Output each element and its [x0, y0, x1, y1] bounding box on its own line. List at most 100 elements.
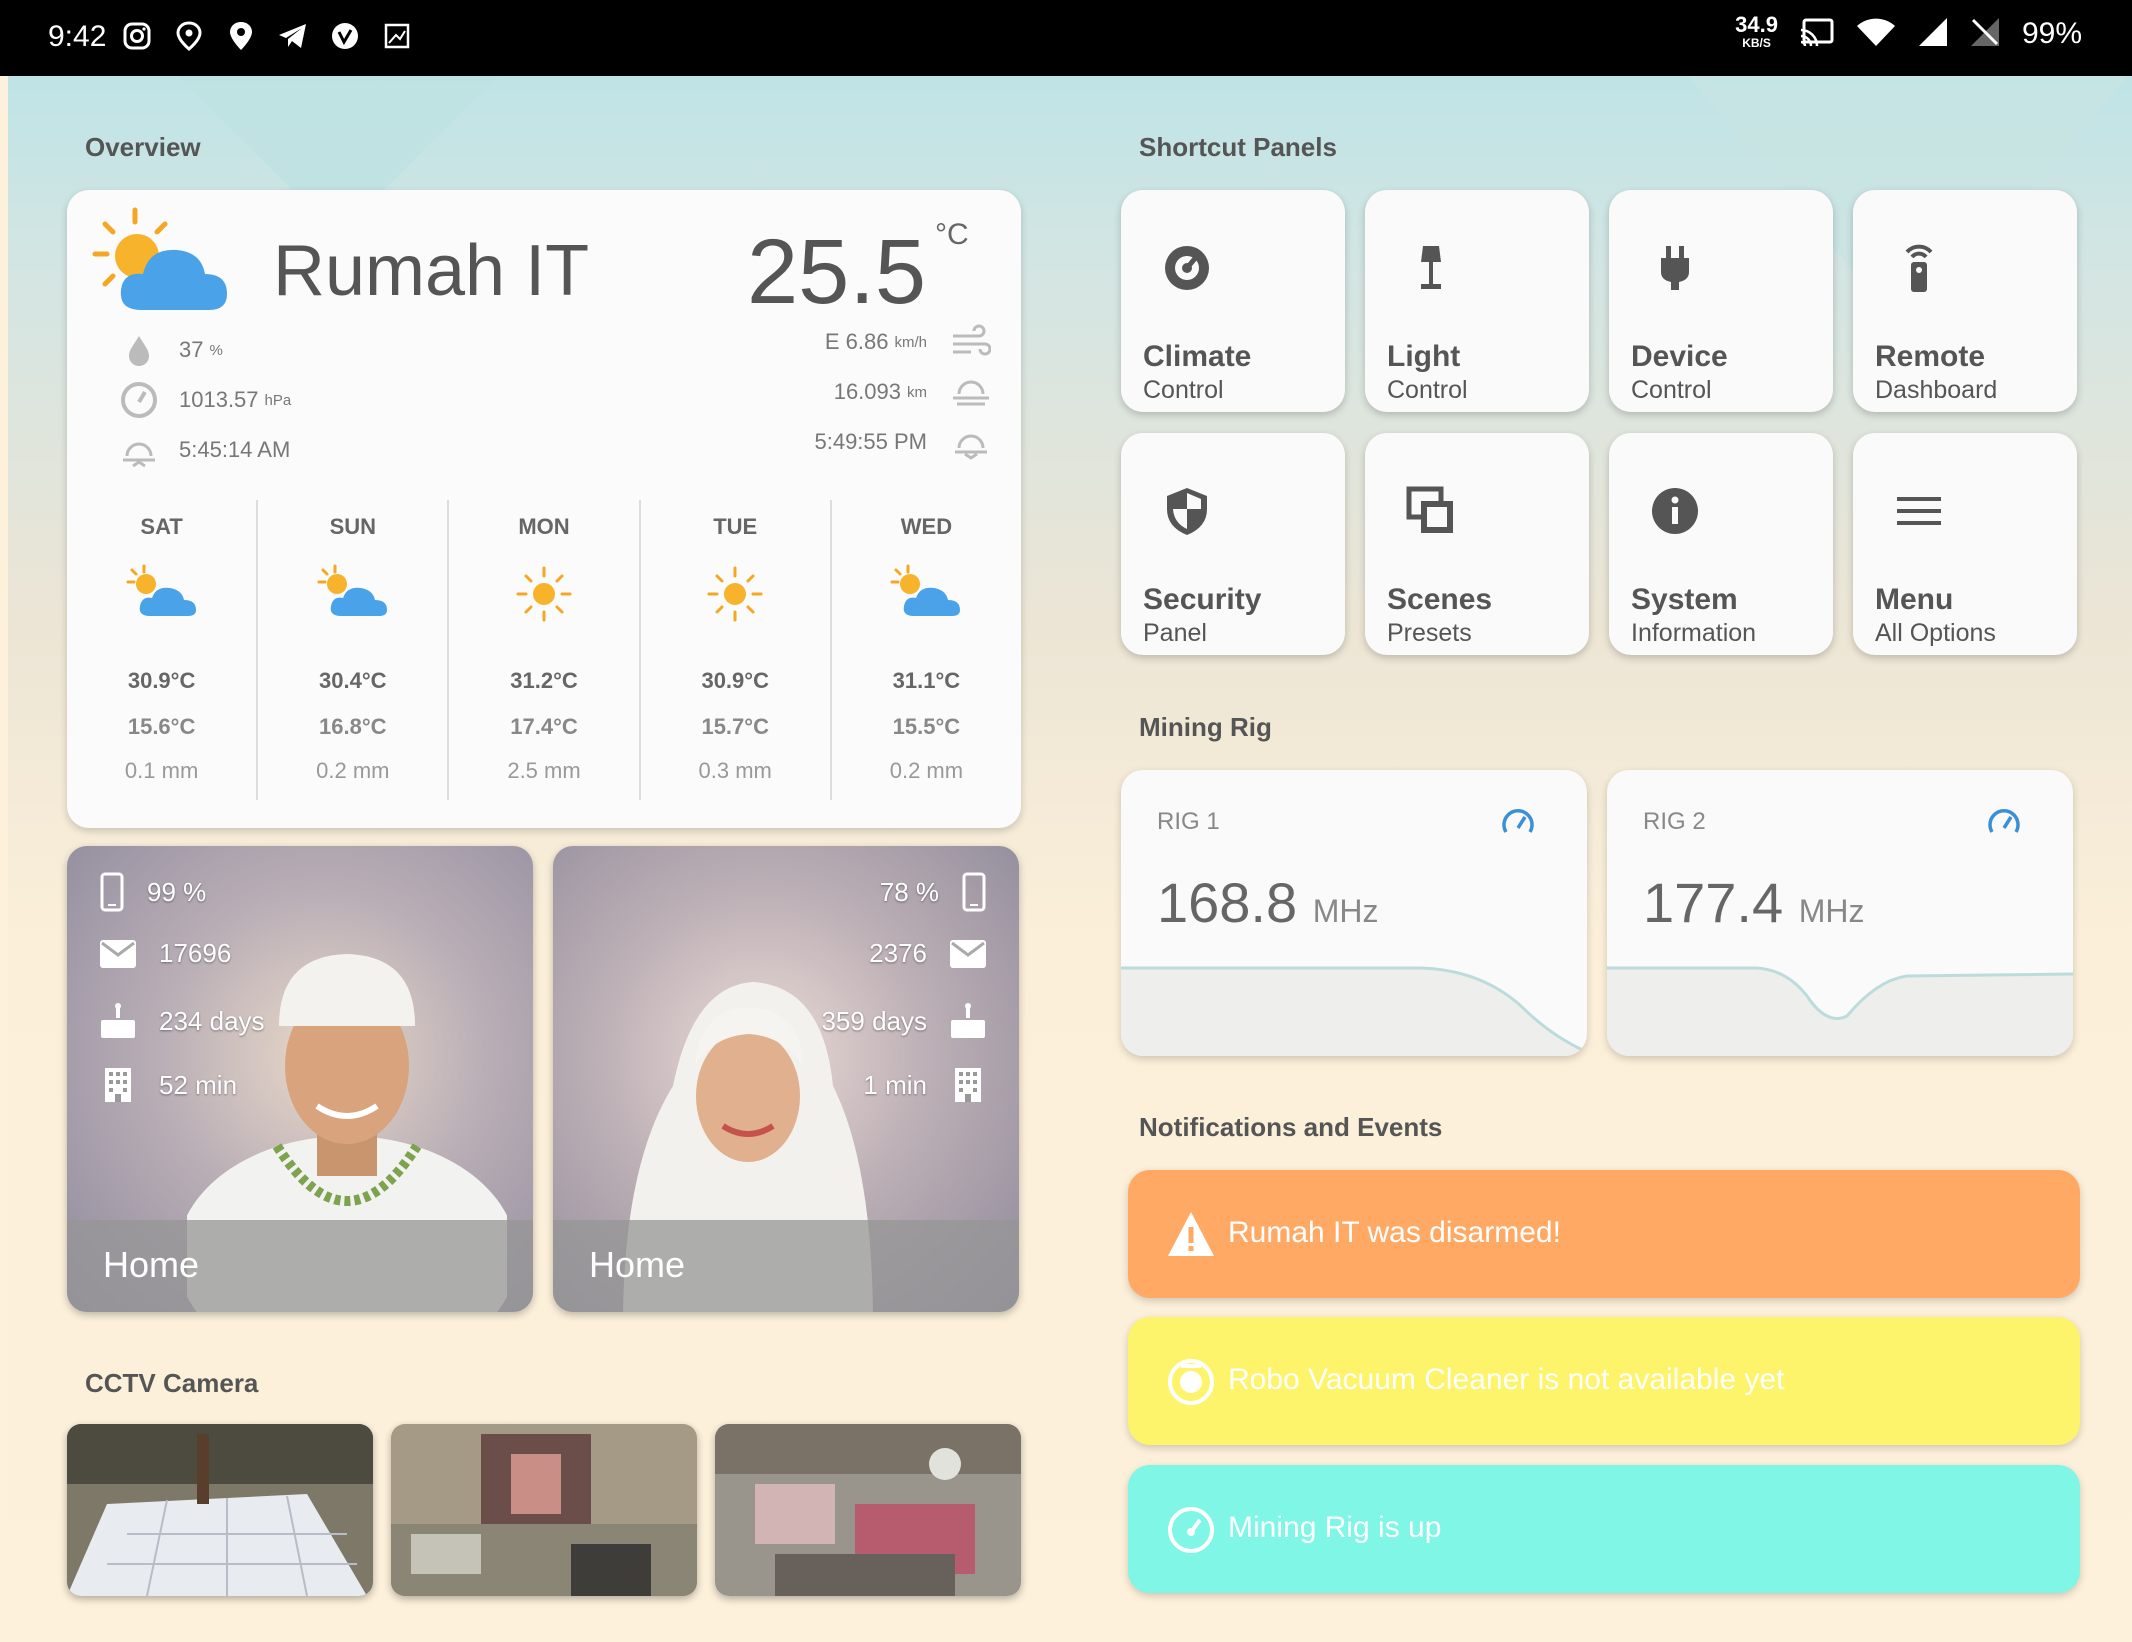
cake-icon: [101, 1003, 135, 1038]
tile-remote-dashboard[interactable]: Remote Dashboard: [1853, 190, 2077, 412]
person-footer: Home: [553, 1220, 1019, 1312]
tile-title: Security: [1143, 583, 1262, 616]
cctv-title: CCTV Camera: [85, 1368, 259, 1398]
notification-item[interactable]: Rumah IT was disarmed!: [1128, 1170, 2080, 1298]
rig-card[interactable]: RIG 1 168.8 MHz: [1121, 770, 1587, 1056]
tile-scenes-presets[interactable]: Scenes Presets: [1365, 433, 1589, 655]
rig-sparkline: [1121, 966, 1587, 1056]
sunrise-row: 5:45:14 AM: [119, 430, 290, 470]
humidity-unit: %: [209, 341, 223, 359]
person-location: Home: [589, 1244, 686, 1285]
tile-light-control[interactable]: Light Control: [1365, 190, 1589, 412]
cake-icon: [951, 1003, 985, 1038]
gauge-icon: [119, 380, 159, 420]
forecast: SAT 30.9°C 15.6°C 0.1 mm SUN 30.4°C 16.8…: [67, 500, 1021, 800]
person-age: 234 days: [99, 1002, 265, 1040]
forecast-day: TUE 30.9°C 15.7°C 0.3 mm: [638, 500, 830, 800]
humidity-row: 37%: [119, 330, 223, 370]
forecast-day-name: SAT: [140, 514, 183, 539]
wind-icon: [951, 322, 992, 362]
wind-value: E 6.86: [824, 329, 889, 354]
building-icon: [105, 1068, 131, 1102]
rig-unit: MHz: [1798, 893, 1865, 929]
rig-card[interactable]: RIG 2 177.4 MHz: [1607, 770, 2073, 1056]
notification-item[interactable]: Mining Rig is up: [1128, 1465, 2080, 1593]
remote-icon: [1905, 244, 1933, 292]
humidity-icon: [119, 330, 159, 370]
forecast-high: 30.9°C: [127, 668, 196, 693]
commute-value: 52 min: [159, 1069, 238, 1100]
tile-subtitle: Control: [1143, 376, 1224, 404]
dashboard: Overview Rumah IT 25.5 °C 37% 1013.57 hPa: [8, 76, 2132, 1642]
sunset-icon: [951, 422, 991, 462]
forecast-day: SUN 30.4°C 16.8°C 0.2 mm: [256, 500, 447, 800]
tile-title: Remote: [1875, 340, 1986, 373]
tile-system-information[interactable]: System Information: [1609, 433, 1833, 655]
forecast-day-name: WED: [900, 514, 953, 539]
vimeo-icon: [330, 20, 360, 52]
person-card[interactable]: 99 % 17696 234 days 52 min Home: [67, 846, 533, 1312]
age-value: 359 days: [821, 1005, 927, 1036]
tile-subtitle: Panel: [1143, 619, 1207, 647]
messages-value: 17696: [159, 938, 232, 968]
warning-icon: [1168, 1212, 1214, 1256]
tile-title: Scenes: [1387, 583, 1493, 616]
commute-value: 1 min: [863, 1069, 927, 1100]
fog-icon: [951, 372, 991, 412]
forecast-low: 17.4°C: [510, 714, 578, 739]
tile-title: Climate: [1143, 340, 1252, 373]
temperature-unit: °C: [935, 218, 969, 251]
forecast-day-name: MON: [518, 514, 570, 539]
wifi-icon: [1856, 17, 1896, 52]
tile-title: Light: [1387, 340, 1461, 373]
rig-label: RIG 1: [1157, 808, 1220, 835]
notification-text: Mining Rig is up: [1228, 1511, 1442, 1544]
messages-value: 2376: [869, 938, 927, 968]
person-battery: 78 %: [880, 872, 987, 912]
battery-value: 99 %: [147, 876, 207, 907]
wind-unit: km/h: [894, 333, 927, 351]
forecast-rain: 2.5 mm: [507, 758, 581, 783]
scenes-icon: [1406, 486, 1453, 533]
info-icon: [1652, 488, 1698, 534]
sunrise-value: 5:45:14 AM: [179, 437, 291, 462]
forecast-high: 31.2°C: [510, 668, 578, 693]
mining-title: Mining Rig: [1139, 712, 1272, 742]
signal-icon: [1918, 17, 1948, 52]
speedometer-icon: [1988, 809, 2020, 833]
pressure-value: 1013.57: [179, 387, 259, 412]
rig-value: 168.8 MHz: [1157, 870, 1378, 935]
rig-unit: MHz: [1312, 893, 1379, 929]
tile-menu-all-options[interactable]: Menu All Options: [1853, 433, 2077, 655]
notification-item[interactable]: Robo Vacuum Cleaner is not available yet: [1128, 1317, 2080, 1445]
forecast-day: MON 31.2°C 17.4°C 2.5 mm: [447, 500, 638, 800]
forecast-high: 30.4°C: [319, 668, 387, 693]
status-bar: 9:42 34.9 KB/S 99%: [0, 0, 2132, 76]
cctv-camera-2[interactable]: [391, 1424, 697, 1596]
forecast-rain: 0.1 mm: [124, 758, 199, 783]
lamp-icon: [1421, 246, 1441, 289]
person-card[interactable]: 78 % 2376 359 days 1 min Home: [553, 846, 1019, 1312]
cctv-camera-1[interactable]: [67, 1424, 373, 1596]
forecast-high: 30.9°C: [701, 668, 769, 693]
rig-value-number: 168.8: [1157, 871, 1298, 934]
person-location: Home: [103, 1244, 200, 1285]
tile-title: Device: [1631, 340, 1728, 373]
rig-value-number: 177.4: [1643, 871, 1784, 934]
wind-row: E 6.86 km/h: [824, 322, 992, 362]
image-icon: [382, 20, 412, 52]
rig-label: RIG 2: [1643, 808, 1706, 835]
tile-title: System: [1631, 583, 1738, 616]
tile-subtitle: Control: [1631, 376, 1712, 404]
tile-device-control[interactable]: Device Control: [1609, 190, 1833, 412]
speedometer-icon: [1502, 809, 1534, 833]
plug-icon: [1661, 246, 1689, 290]
tile-climate-control[interactable]: Climate Control: [1121, 190, 1345, 412]
tile-security-panel[interactable]: Security Panel: [1121, 433, 1345, 655]
rig-value: 177.4 MHz: [1643, 870, 1864, 935]
forecast-day: WED 31.1°C 15.5°C 0.2 mm: [829, 500, 1021, 800]
sunset-value: 5:49:55 PM: [814, 429, 927, 454]
tile-subtitle: Information: [1631, 619, 1757, 647]
weather-card[interactable]: Rumah IT 25.5 °C 37% 1013.57 hPa 5:45:14 …: [67, 190, 1021, 828]
cctv-camera-3[interactable]: [715, 1424, 1021, 1596]
